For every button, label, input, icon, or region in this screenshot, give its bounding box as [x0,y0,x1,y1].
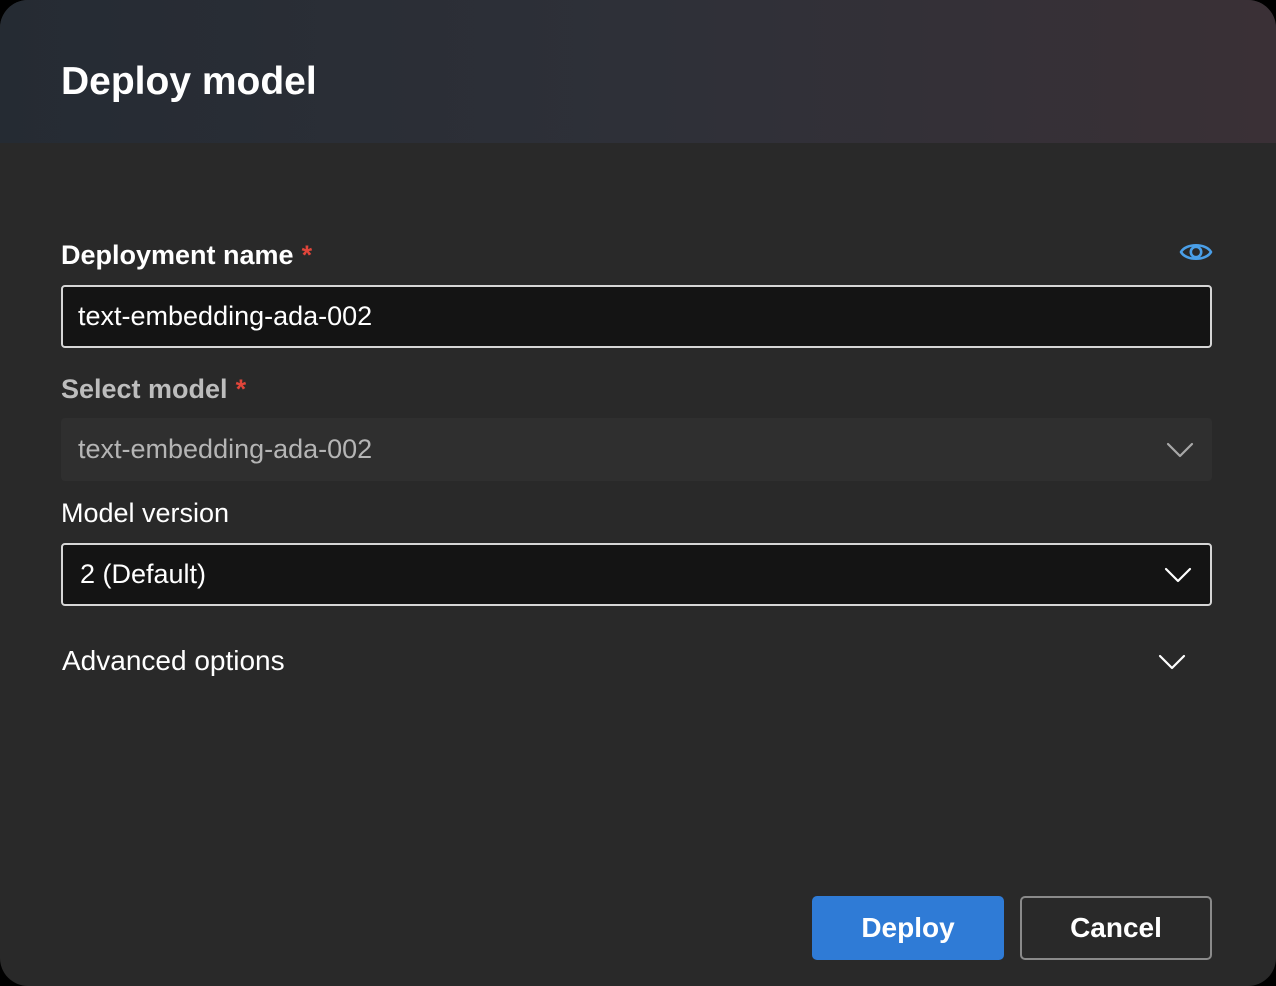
required-asterisk: * [301,240,313,270]
deployment-name-label: Deployment name * [61,238,312,272]
deployment-name-input[interactable] [78,287,1188,346]
advanced-options-label: Advanced options [62,645,285,676]
select-model-value: text-embedding-ada-002 [78,434,373,464]
model-version-value: 2 (Default) [80,559,207,589]
required-asterisk: * [235,374,247,404]
dialog-title: Deploy model [61,60,317,103]
cancel-button[interactable]: Cancel [1020,896,1212,960]
deployment-name-label-text: Deployment name [61,240,294,270]
model-version-label: Model version [61,498,230,528]
chevron-down-icon [1166,442,1194,457]
chevron-down-icon [1164,567,1192,582]
deploy-button[interactable]: Deploy [812,896,1004,960]
dialog-header: Deploy model [0,0,1276,143]
select-model-dropdown: text-embedding-ada-002 [61,418,1212,481]
advanced-options-toggle[interactable]: Advanced options [61,640,1201,684]
model-version-dropdown[interactable]: 2 (Default) [61,543,1212,606]
deployment-name-field[interactable] [61,285,1212,348]
chevron-down-icon [1158,654,1186,670]
select-model-label: Select model * [61,372,246,406]
deploy-model-dialog: Deploy model Deployment name* Select mod… [0,0,1276,986]
select-model-label-text: Select model [61,374,228,404]
eye-icon[interactable] [1178,236,1214,268]
